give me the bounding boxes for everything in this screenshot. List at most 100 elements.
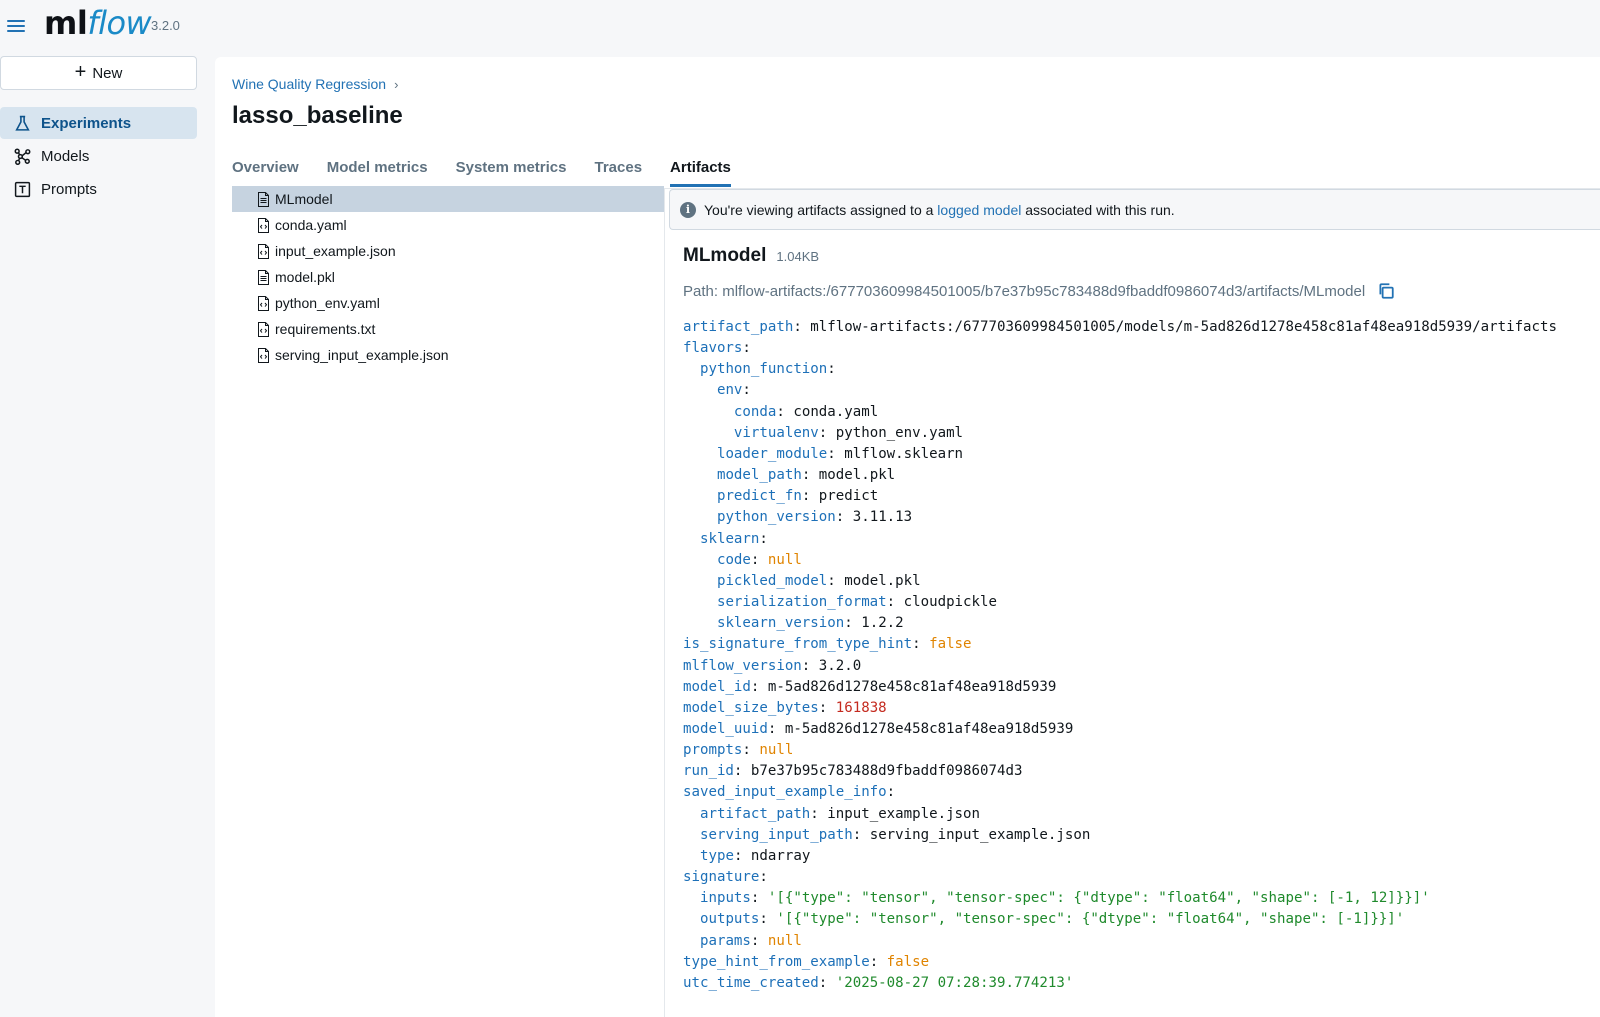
yaml-line: artifact_path: input_example.json (699, 805, 981, 822)
sidebar-item-prompts[interactable]: Prompts (0, 173, 197, 205)
artifact-content: artifact_path: mlflow-artifacts:/6777036… (683, 317, 1557, 994)
yaml-key: prompts (683, 742, 743, 759)
file-name: serving_input_example.json (275, 347, 449, 363)
main-panel: Wine Quality Regression › lasso_baseline… (215, 57, 1600, 1017)
yaml-value: null (767, 551, 802, 568)
yaml-value: 161838 (835, 699, 887, 716)
yaml-line: serving_input_path: serving_input_exampl… (699, 826, 1091, 843)
breadcrumb: Wine Quality Regression › (232, 76, 398, 92)
file-icon (258, 269, 269, 285)
yaml-line: is_signature_from_type_hint: false (683, 636, 972, 653)
file-tree-item[interactable]: model.pkl (232, 264, 664, 290)
models-icon (14, 148, 31, 165)
yaml-key: utc_time_created (683, 974, 819, 991)
yaml-key: model_id (683, 678, 751, 695)
file-name: model.pkl (275, 269, 335, 285)
sidebar-item-experiments[interactable]: Experiments (0, 107, 197, 139)
tab-overview[interactable]: Overview (232, 159, 299, 187)
panel-divider[interactable] (664, 188, 665, 1017)
top-bar: mlflow 3.2.0 (0, 0, 1600, 56)
file-tree-item[interactable]: requirements.txt (232, 316, 664, 342)
mlflow-logo[interactable]: mlflow (44, 4, 152, 42)
yaml-key: model_uuid (683, 720, 768, 737)
yaml-key: virtualenv (733, 424, 819, 441)
sidebar: + New Experiments Models Prompts (0, 56, 205, 1017)
yaml-value: '[{"type": "tensor", "tensor-spec": {"dt… (767, 890, 1430, 907)
yaml-key: serialization_format (716, 594, 887, 611)
yaml-value: false (886, 953, 930, 970)
yaml-key: python_version (716, 509, 836, 526)
yaml-value: input_example.json (827, 805, 981, 822)
menu-icon[interactable] (7, 17, 25, 33)
artifact-header: MLmodel 1.04KB (683, 245, 819, 267)
tab-system-metrics[interactable]: System metrics (456, 159, 567, 187)
code-file-icon (258, 295, 269, 311)
yaml-key: signature (683, 869, 760, 886)
yaml-line: type: ndarray (699, 847, 811, 864)
code-file-icon (258, 347, 269, 363)
yaml-value: 1.2.2 (861, 615, 904, 632)
prompts-icon (14, 181, 31, 197)
yaml-line: params: null (699, 932, 802, 949)
new-button[interactable]: + New (0, 56, 197, 90)
logged-model-link[interactable]: logged model (937, 202, 1021, 218)
tab-traces[interactable]: Traces (595, 159, 643, 187)
yaml-line: utc_time_created: '2025-08-27 07:28:39.7… (683, 974, 1074, 991)
yaml-value: python_env.yaml (835, 424, 964, 441)
yaml-line: artifact_path: mlflow-artifacts:/6777036… (683, 319, 1557, 335)
file-tree-item[interactable]: conda.yaml (232, 212, 664, 238)
yaml-key: python_function (699, 361, 828, 378)
banner-text-prefix: You're viewing artifacts assigned to a (704, 201, 938, 218)
code-file-icon (258, 217, 269, 233)
sidebar-item-models[interactable]: Models (0, 140, 197, 172)
file-tree-item[interactable]: input_example.json (232, 238, 664, 264)
yaml-key: loader_module (716, 445, 828, 462)
file-tree-item[interactable]: python_env.yaml (232, 290, 664, 316)
yaml-value: cloudpickle (903, 594, 997, 611)
yaml-line: python_version: 3.11.13 (716, 509, 913, 526)
yaml-key: predict_fn (716, 488, 802, 505)
info-banner: i You're viewing artifacts assigned to a… (669, 189, 1600, 230)
yaml-key: model_path (716, 467, 802, 484)
file-name: conda.yaml (275, 217, 347, 233)
tab-bar: Overview Model metrics System metrics Tr… (232, 159, 731, 187)
yaml-line: model_id: m-5ad826d1278e458c81af48ea918d… (683, 678, 1057, 695)
yaml-value: model.pkl (818, 467, 896, 484)
file-tree-item[interactable]: MLmodel (232, 186, 664, 212)
copy-icon[interactable] (1377, 282, 1395, 300)
yaml-value: ndarray (750, 847, 811, 864)
yaml-line: serialization_format: cloudpickle (716, 594, 997, 611)
yaml-key: sklearn_version (716, 615, 845, 632)
yaml-line: pickled_model: model.pkl (716, 572, 921, 589)
yaml-key: type_hint_from_example (683, 953, 870, 970)
yaml-line: env: (716, 382, 751, 399)
yaml-key: artifact_path (699, 805, 811, 822)
yaml-value: predict (818, 488, 879, 505)
artifact-size: 1.04KB (776, 249, 820, 264)
file-tree-item[interactable]: serving_input_example.json (232, 342, 664, 368)
yaml-key: pickled_model (716, 572, 828, 589)
file-name: requirements.txt (275, 321, 376, 337)
yaml-value: serving_input_example.json (869, 826, 1091, 843)
file-name: input_example.json (275, 243, 396, 259)
yaml-value: 3.2.0 (818, 657, 862, 674)
yaml-line: virtualenv: python_env.yaml (733, 424, 964, 441)
yaml-key: mlflow_version (683, 657, 802, 674)
tab-model-metrics[interactable]: Model metrics (327, 159, 428, 187)
yaml-line: sklearn_version: 1.2.2 (716, 615, 904, 632)
yaml-value: model.pkl (844, 572, 921, 589)
yaml-key: run_id (683, 763, 734, 780)
yaml-line: conda: conda.yaml (733, 403, 879, 420)
yaml-line: type_hint_from_example: false (683, 953, 930, 970)
artifact-name: MLmodel (683, 245, 767, 266)
yaml-line: inputs: '[{"type": "tensor", "tensor-spe… (699, 890, 1430, 907)
breadcrumb-experiment-link[interactable]: Wine Quality Regression (232, 76, 386, 92)
yaml-key: conda (733, 403, 777, 420)
yaml-value: mlflow.sklearn (844, 445, 964, 462)
chevron-right-icon: › (394, 76, 399, 92)
tab-artifacts[interactable]: Artifacts (670, 159, 731, 187)
file-name: python_env.yaml (275, 295, 380, 311)
yaml-line: python_function: (699, 361, 836, 378)
yaml-value: '2025-08-27 07:28:39.774213' (835, 974, 1074, 991)
yaml-line: model_uuid: m-5ad826d1278e458c81af48ea91… (683, 720, 1074, 737)
